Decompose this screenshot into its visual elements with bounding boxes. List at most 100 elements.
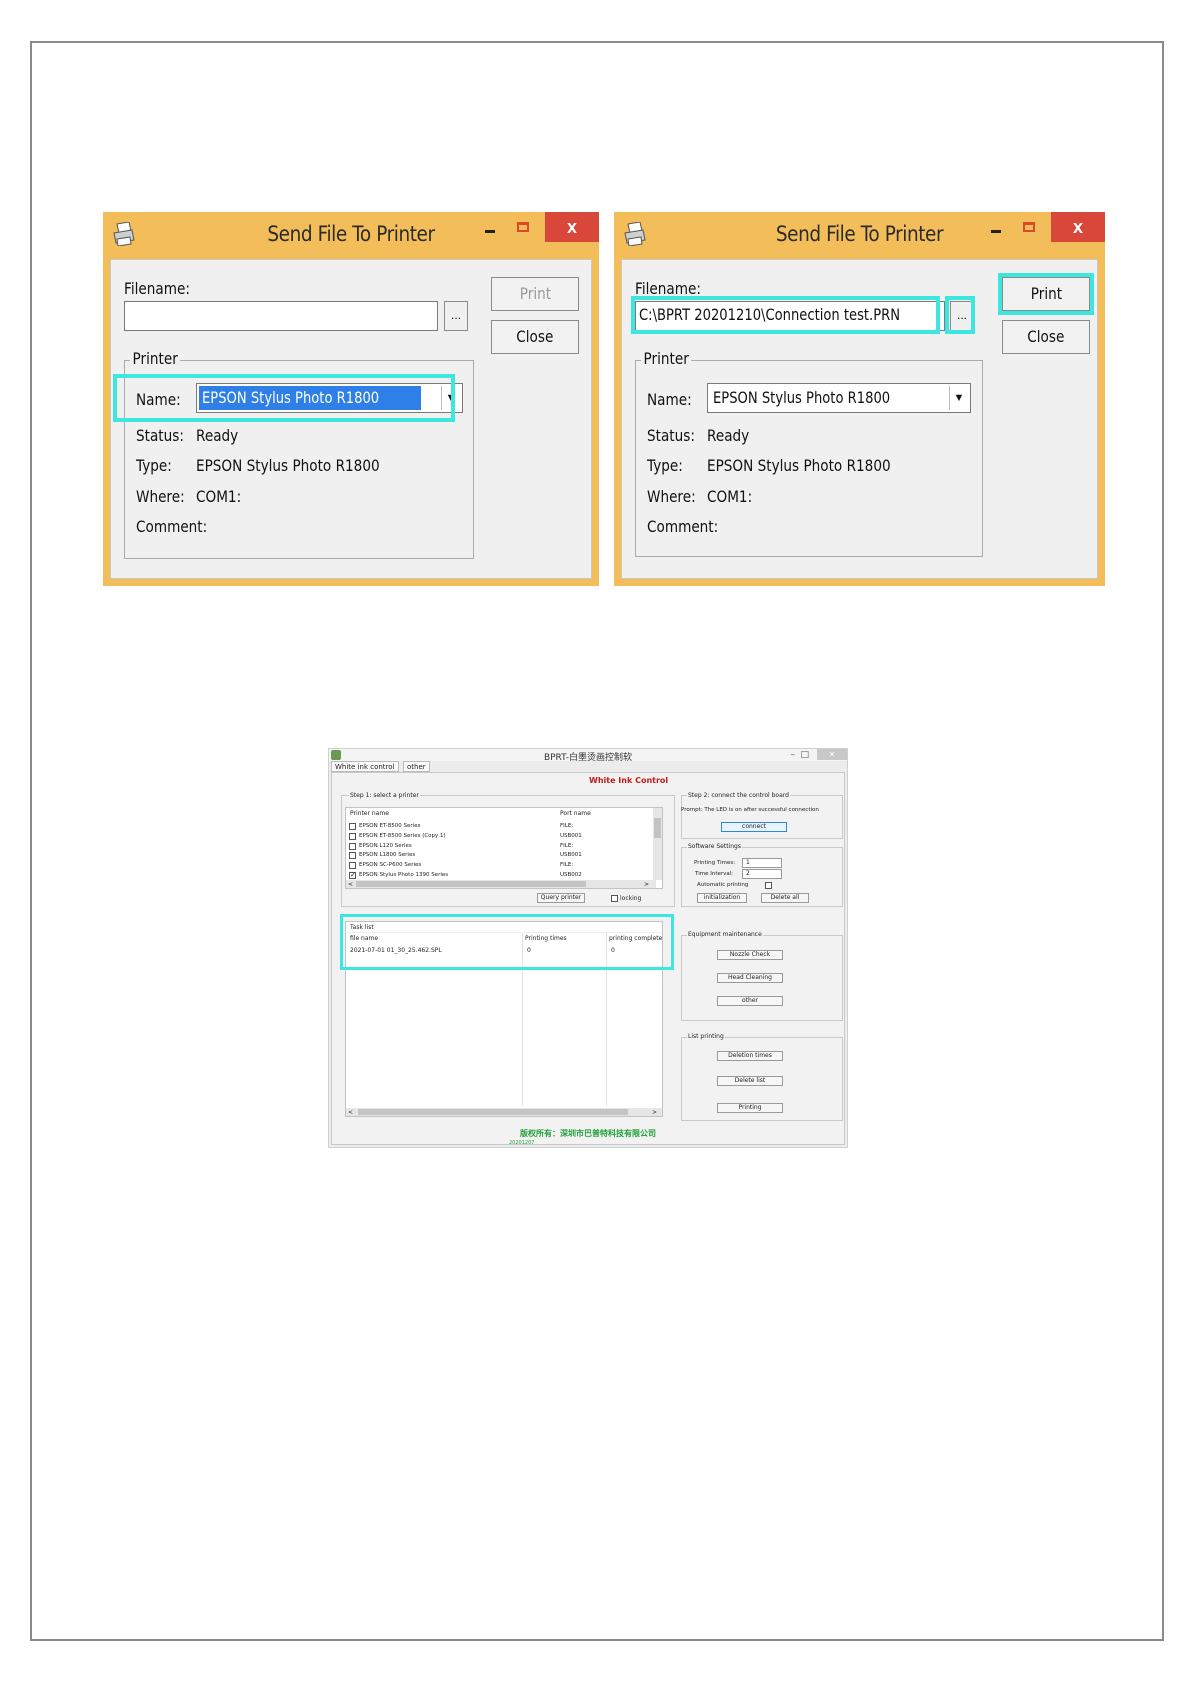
type-label: Type: xyxy=(647,456,683,475)
printing-button[interactable]: Printing xyxy=(717,1103,783,1113)
list-printing-title: List printing xyxy=(687,1033,725,1040)
printer-port-cell: FILE: xyxy=(560,823,574,829)
printer-port-cell: FILE: xyxy=(560,842,574,849)
initialization-button[interactable]: initialization xyxy=(697,893,747,903)
close-button[interactable]: Close xyxy=(491,320,579,354)
printer-port-cell: USB002 xyxy=(560,872,582,878)
printer-name-cell: EPSON ET-8500 Series (Copy 1) xyxy=(359,832,446,839)
head-cleaning-button[interactable]: Head Cleaning xyxy=(717,973,783,983)
version-text: 20201207 xyxy=(509,1140,535,1146)
minimize-button[interactable] xyxy=(485,230,495,233)
close-window-button[interactable]: x xyxy=(1051,212,1105,242)
delete-all-button[interactable]: Delete all xyxy=(761,893,809,903)
locking-checkbox[interactable] xyxy=(611,895,618,902)
nozzle-check-button[interactable]: Nozzle Check xyxy=(717,950,783,960)
bprt-app-window: BPRT-白墨烫画控制软 – □ ✕ White ink control oth… xyxy=(328,748,848,1148)
step2-prompt: Prompt: The LED is on after successful c… xyxy=(681,807,819,813)
printing-times-label: Printing Times: xyxy=(694,860,736,866)
printer-port-cell: FILE: xyxy=(560,862,574,869)
maintenance-title: Equipment maintenance xyxy=(687,931,763,938)
delete-list-button[interactable]: Delete list xyxy=(717,1076,783,1086)
tab-white-ink-control[interactable]: White ink control xyxy=(331,761,399,772)
step2-section xyxy=(681,795,843,839)
name-label: Name: xyxy=(647,390,692,409)
print-button[interactable]: Print xyxy=(491,277,579,311)
where-value: COM1: xyxy=(707,487,753,506)
printer-group-label: Printer xyxy=(641,349,692,368)
close-button[interactable]: ✕ xyxy=(817,749,847,760)
printer-port-cell: USB001 xyxy=(560,852,582,859)
filename-input[interactable] xyxy=(124,301,438,331)
status-label: Status: xyxy=(136,426,184,445)
printing-times-input[interactable]: 1 xyxy=(742,858,782,868)
tab-other[interactable]: other xyxy=(403,761,430,772)
printer-checkbox[interactable]: ✓ xyxy=(349,872,356,879)
chevron-down-icon[interactable]: ▼ xyxy=(949,386,968,410)
where-label: Where: xyxy=(136,487,185,506)
printer-checkbox[interactable] xyxy=(349,862,356,870)
software-settings-title: Software Settings xyxy=(687,843,742,850)
type-value: EPSON Stylus Photo R1800 xyxy=(196,456,380,475)
page-heading: White Ink Control xyxy=(589,776,669,785)
highlight-task-list xyxy=(340,914,674,970)
minimize-button[interactable] xyxy=(991,230,1001,233)
printer-name-value: EPSON Stylus Photo R1800 xyxy=(713,388,891,407)
time-interval-input[interactable]: 2 xyxy=(742,869,782,879)
printer-group-label: Printer xyxy=(130,349,181,368)
dialog-body: Filename: C:\BPRT 20201210\Connection te… xyxy=(621,259,1098,579)
printer-checkbox[interactable] xyxy=(349,852,356,860)
maximize-button[interactable] xyxy=(517,222,529,232)
where-value: COM1: xyxy=(196,487,242,506)
comment-label: Comment: xyxy=(136,517,208,536)
column-header-printer-name: Printer name xyxy=(350,810,389,817)
printer-name-cell: EPSON L1800 Series xyxy=(359,852,416,859)
maximize-button[interactable]: □ xyxy=(800,750,809,760)
printer-name-cell: EPSON ET-8500 Series xyxy=(359,823,421,829)
deletion-times-button[interactable]: Deletion times xyxy=(717,1051,783,1061)
step1-title: Step 1: select a printer xyxy=(349,792,420,799)
scroll-right-icon[interactable]: > xyxy=(644,881,649,888)
printer-checkbox[interactable] xyxy=(349,842,356,850)
other-button[interactable]: other xyxy=(717,996,783,1006)
close-window-button[interactable]: x xyxy=(545,212,599,242)
type-value: EPSON Stylus Photo R1800 xyxy=(707,456,891,475)
automatic-printing-label: Automatic printing xyxy=(697,882,749,888)
copyright-text: 版权所有：深圳市巴普特科技有限公司 xyxy=(520,1129,656,1138)
scroll-right-icon[interactable]: > xyxy=(652,1109,657,1116)
browse-button[interactable]: ... xyxy=(444,301,468,331)
close-button[interactable]: Close xyxy=(1002,320,1090,354)
status-value: Ready xyxy=(196,426,239,445)
automatic-printing-checkbox[interactable] xyxy=(765,882,772,889)
scroll-left-icon[interactable]: < xyxy=(348,1109,353,1116)
highlight-print xyxy=(998,273,1094,315)
connect-button[interactable]: connect xyxy=(721,822,787,832)
column-header-port-name: Port name xyxy=(560,810,591,817)
printer-checkbox[interactable] xyxy=(349,823,356,830)
where-label: Where: xyxy=(647,487,696,506)
step2-title: Step 2: connect the control board xyxy=(687,792,790,799)
filename-label: Filename: xyxy=(124,279,190,298)
locking-label: locking xyxy=(620,895,642,902)
printer-name-select[interactable]: EPSON Stylus Photo R1800 ▼ xyxy=(707,383,971,413)
printer-icon xyxy=(113,222,135,246)
printer-list-hscroll-thumb[interactable] xyxy=(356,881,586,887)
dialog-title: Send File To Printer xyxy=(775,222,944,246)
printer-name-cell: EPSON Stylus Photo 1390 Series xyxy=(359,872,449,878)
comment-label: Comment: xyxy=(647,517,719,536)
maximize-button[interactable] xyxy=(1023,222,1035,232)
status-label: Status: xyxy=(647,426,695,445)
dialog-body: Filename: ... Print Close Printer Name: … xyxy=(110,259,592,579)
printer-list-vscroll-thumb[interactable] xyxy=(654,818,661,838)
dialog-titlebar: Send File To Printer x xyxy=(614,212,1105,256)
scroll-left-icon[interactable]: < xyxy=(348,881,353,888)
printer-checkbox[interactable] xyxy=(349,832,356,840)
query-printer-button[interactable]: Query printer xyxy=(537,893,585,903)
printer-port-cell: USB001 xyxy=(560,832,582,839)
minimize-button[interactable]: – xyxy=(791,750,796,760)
dialog-titlebar: Send File To Printer x xyxy=(103,212,599,256)
printer-name-cell: EPSON L120 Series xyxy=(359,842,412,849)
send-file-dialog-right: Send File To Printer x Filename: C:\BPRT… xyxy=(614,212,1105,586)
send-file-dialog-left: Send File To Printer x Filename: ... Pri… xyxy=(103,212,599,586)
task-list-hscroll-thumb[interactable] xyxy=(358,1109,628,1115)
printer-name-cell: EPSON SC-P600 Series xyxy=(359,862,422,869)
